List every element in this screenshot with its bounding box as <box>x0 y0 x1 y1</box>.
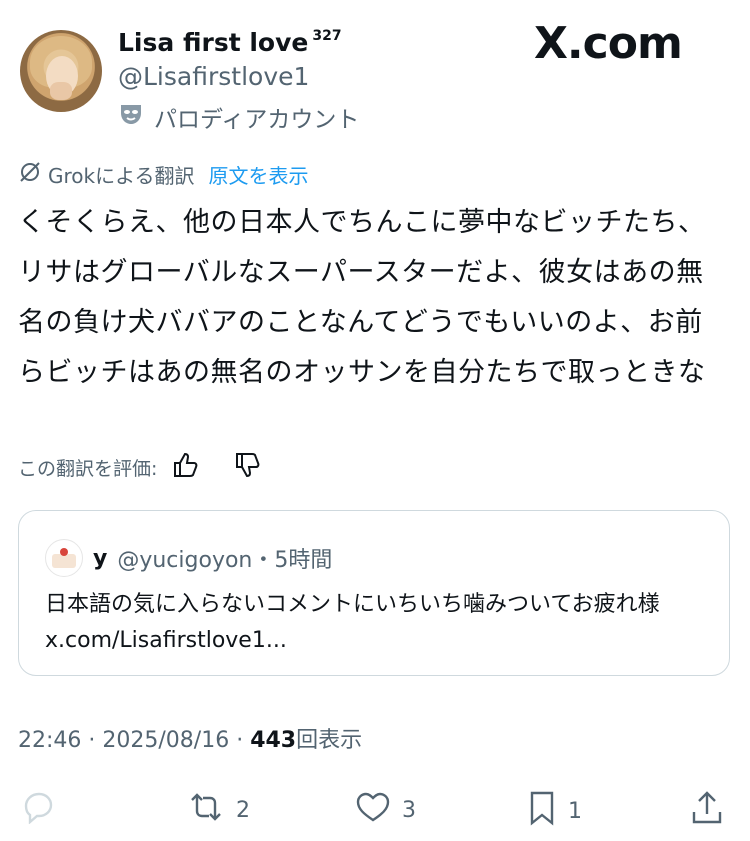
translation-label: Grokによる翻訳 <box>48 164 195 188</box>
bookmark-button[interactable]: 1 <box>526 790 582 832</box>
display-name-text: Lisa first love <box>118 28 309 57</box>
rate-label: この翻訳を評価: <box>18 458 158 480</box>
bookmark-icon <box>526 790 558 832</box>
show-original-link[interactable]: 原文を表示 <box>209 160 309 189</box>
view-count: 443 <box>250 728 297 753</box>
quoted-post-header: y @yucigoyon・5時間 <box>45 539 332 577</box>
parody-badge: パロディアカウント <box>118 100 359 134</box>
quoted-name: y <box>93 545 108 571</box>
like-button[interactable]: 3 <box>354 790 416 830</box>
reply-icon <box>20 790 56 830</box>
grok-icon <box>18 160 42 189</box>
post-date: 2025/08/16 <box>102 728 230 753</box>
quoted-text: 日本語の気に入らないコメントにいちいち噛みついてお疲れ様 x.com/Lisaf… <box>45 592 660 653</box>
avatar[interactable] <box>20 30 102 112</box>
reply-button[interactable] <box>20 790 56 830</box>
quoted-handle: @yucigoyon・5時間 <box>117 548 333 573</box>
action-bar: 2 3 1 <box>0 780 750 834</box>
repost-count: 2 <box>236 797 250 823</box>
repost-icon <box>186 790 226 830</box>
parody-mask-icon <box>118 101 144 133</box>
quoted-avatar <box>45 539 83 577</box>
translation-header: Grokによる翻訳 原文を表示 <box>18 160 309 189</box>
parody-label: パロディアカウント <box>154 107 360 133</box>
views-label: 回表示 <box>296 728 363 753</box>
post-meta: 22:46 · 2025/08/16 · 443回表示 <box>18 728 363 753</box>
name-superscript: 327 <box>312 28 342 44</box>
bookmark-count: 1 <box>568 798 582 824</box>
quoted-post[interactable]: y @yucigoyon・5時間 日本語の気に入らないコメントにいちいち噛みつい… <box>18 510 730 676</box>
thumbs-up-icon[interactable] <box>171 450 201 485</box>
post-time: 22:46 <box>18 728 82 753</box>
share-button[interactable] <box>690 790 724 832</box>
share-icon <box>690 790 724 832</box>
heart-icon <box>354 790 392 830</box>
post-text: くそくらえ、他の日本人でちんこに夢中なビッチたち、リサはグローバルなスーパースタ… <box>18 207 706 388</box>
thumbs-down-icon[interactable] <box>233 450 263 485</box>
brand-logo: X.com <box>534 18 683 69</box>
rate-translation: この翻訳を評価: <box>18 450 263 485</box>
like-count: 3 <box>402 797 416 823</box>
repost-button[interactable]: 2 <box>186 790 250 830</box>
display-name[interactable]: Lisa first love 327 <box>118 28 342 57</box>
user-handle[interactable]: @Lisafirstlove1 <box>118 62 309 91</box>
